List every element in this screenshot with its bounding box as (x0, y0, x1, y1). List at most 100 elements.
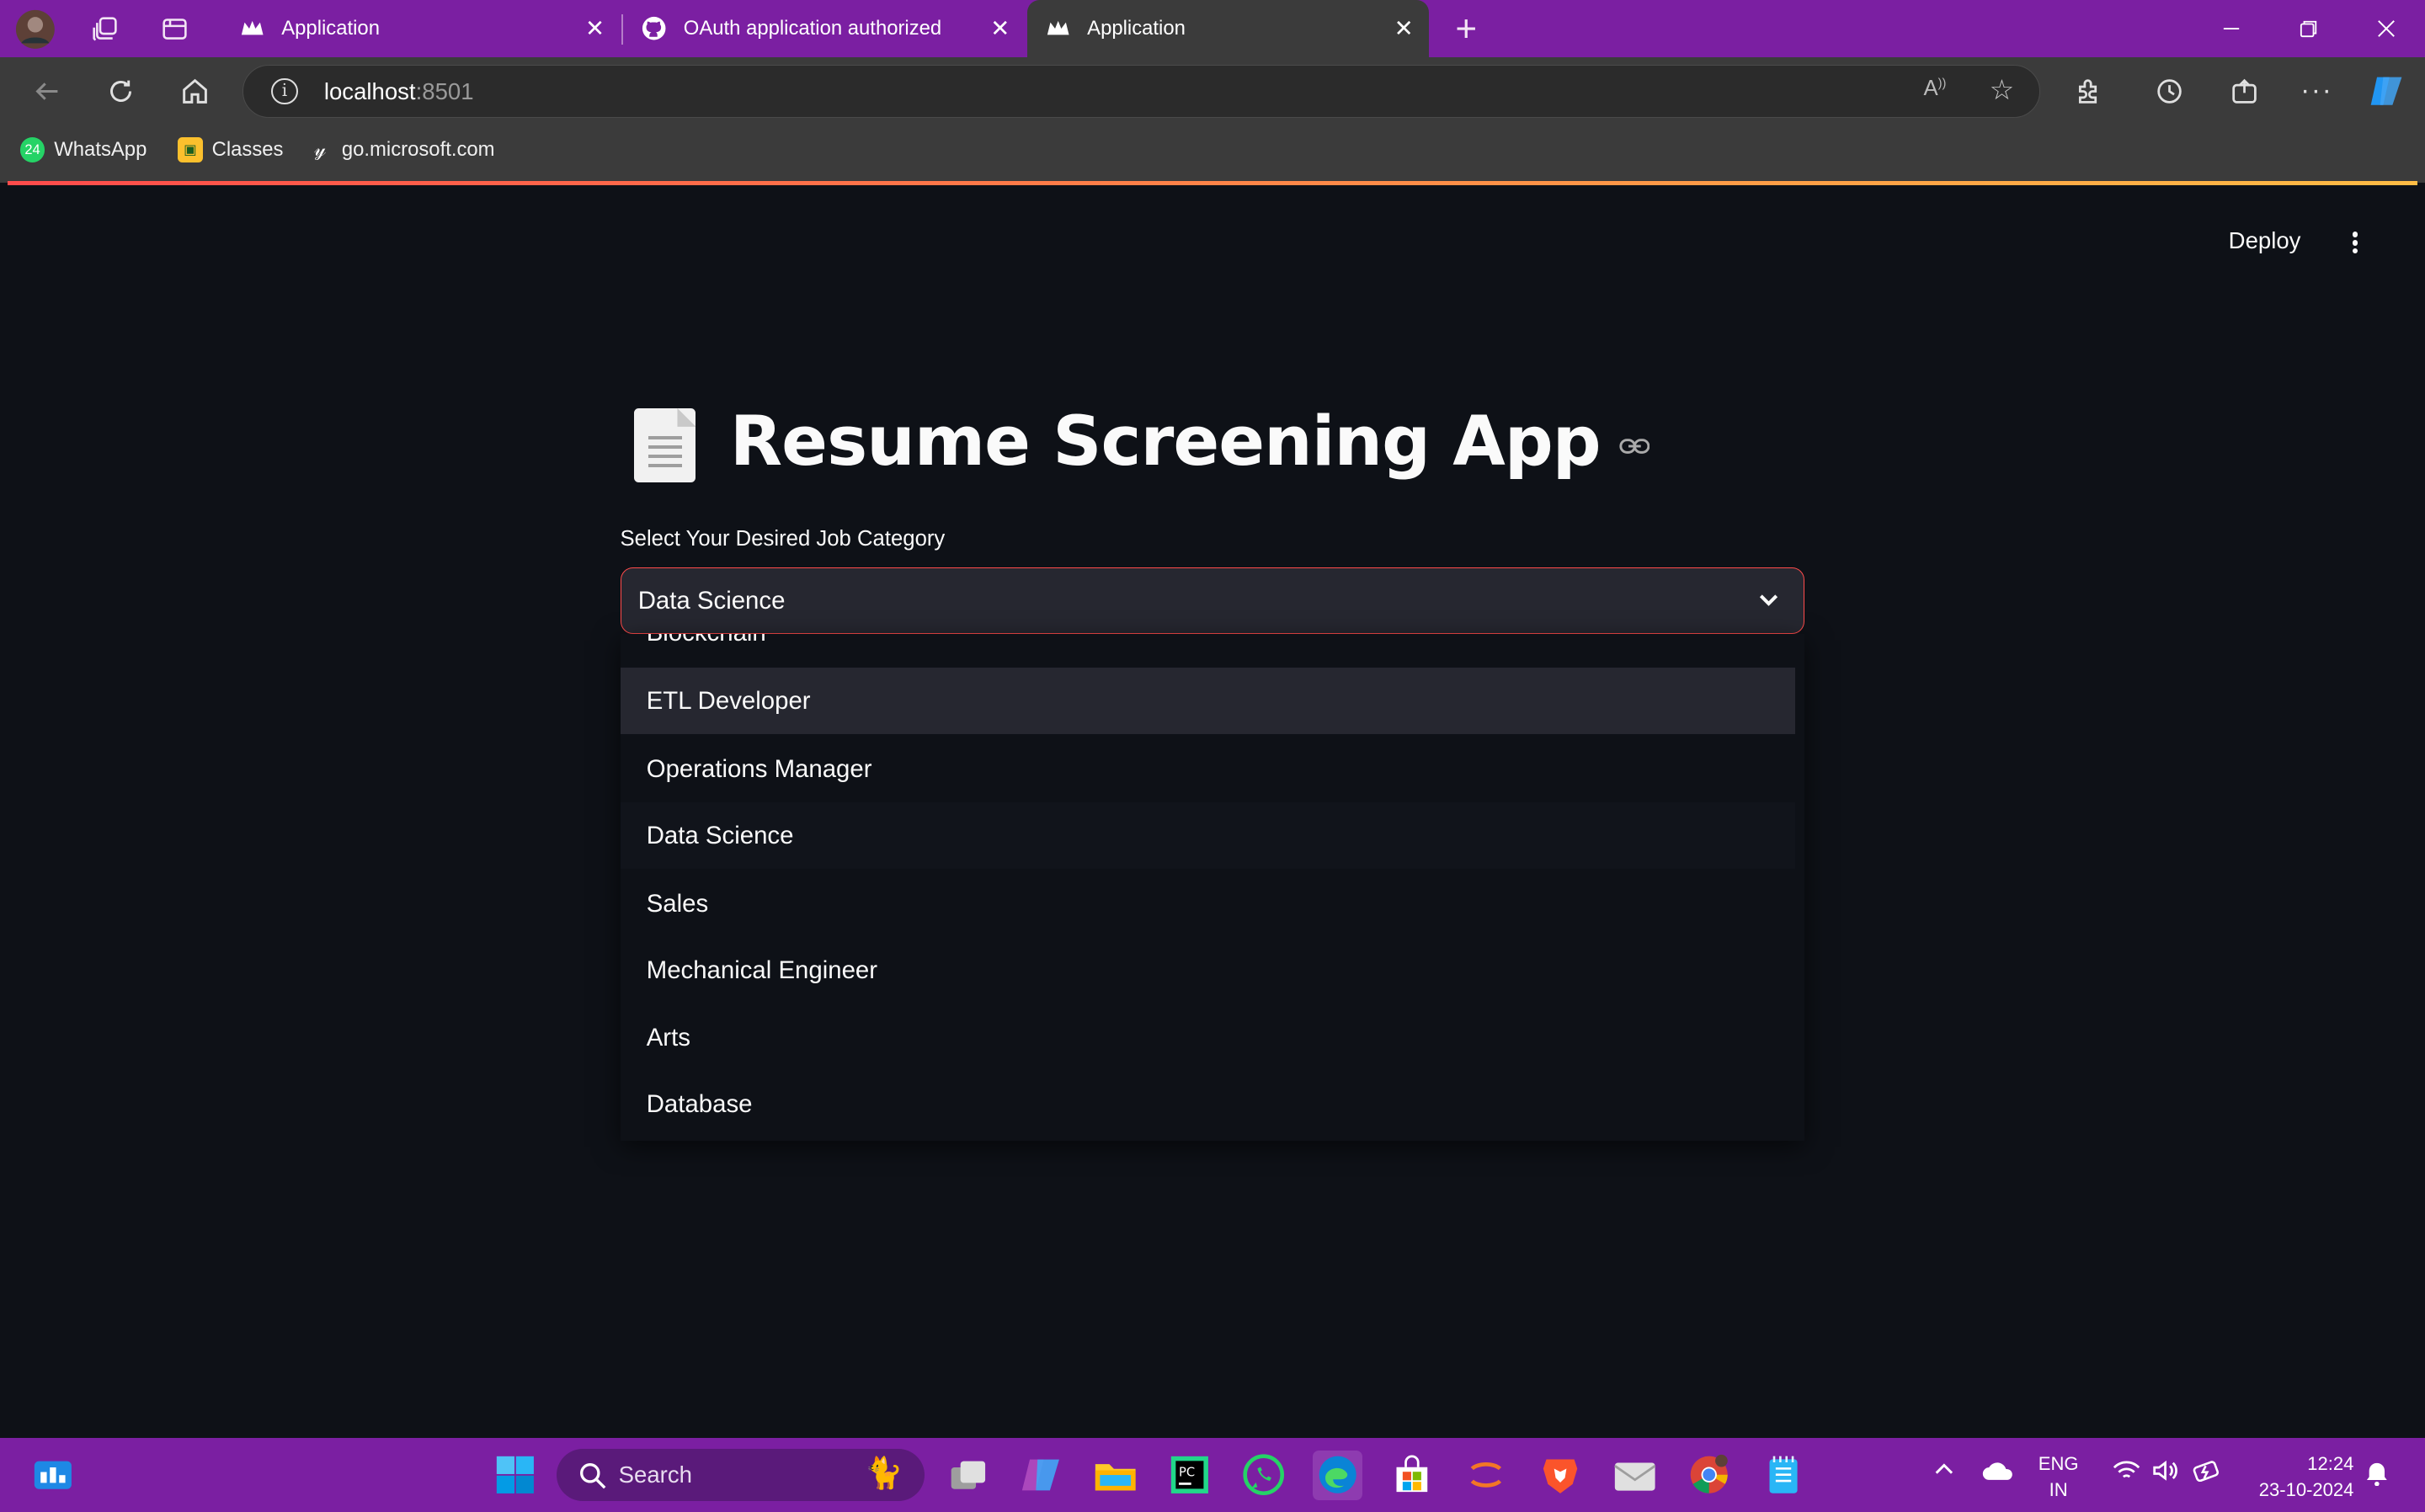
chrome-icon[interactable] (1684, 1451, 1734, 1500)
mail-icon[interactable] (1610, 1451, 1660, 1500)
brave-browser-icon[interactable] (1536, 1451, 1586, 1500)
page-title: Resume Screening App (634, 402, 1650, 483)
dropdown-option[interactable]: Arts (621, 1005, 1796, 1072)
bookmark-go-microsoft[interactable]: 𝓎 go.microsoft.com (308, 137, 494, 162)
profile-avatar[interactable] (15, 9, 56, 50)
windows-taskbar: Search 🐈 PC ENG IN 12:24 23-10-2024 (0, 1438, 2425, 1512)
bookmarks-bar: 24 WhatsApp ▣ Classes 𝓎 go.microsoft.com (0, 125, 2425, 180)
taskbar-search[interactable]: Search 🐈 (557, 1448, 925, 1502)
option-label: Mechanical Engineer (646, 956, 878, 984)
pycharm-icon[interactable]: PC (1165, 1451, 1214, 1500)
jupyter-icon[interactable] (1462, 1451, 1511, 1500)
classroom-icon: ▣ (178, 137, 203, 162)
url-port: :8501 (415, 77, 474, 104)
whatsapp-app-icon[interactable] (1239, 1451, 1288, 1500)
tab-strip: Application ✕ OAuth application authoriz… (0, 0, 2425, 57)
navigation-bar: i localhost:8501 A)) ☆ ··· (0, 56, 2425, 125)
dropdown-option[interactable]: Database (621, 1072, 1796, 1138)
new-tab-button[interactable]: + (1446, 8, 1486, 50)
copilot-icon[interactable] (2363, 70, 2409, 113)
browser-window: Application ✕ OAuth application authoriz… (0, 0, 2425, 183)
option-label: Data Science (646, 821, 794, 849)
tab-application-2[interactable]: Application ✕ (1026, 0, 1430, 57)
battery-charging-icon[interactable] (2192, 1460, 2223, 1487)
share-icon[interactable] (2221, 70, 2268, 113)
link-bird-icon: 𝓎 (314, 138, 327, 162)
file-explorer-icon[interactable] (1090, 1451, 1140, 1500)
tab-title: Application (281, 16, 380, 40)
option-label: Database (646, 1090, 753, 1119)
close-tab-icon[interactable]: ✕ (1394, 15, 1414, 42)
extensions-icon[interactable] (2065, 70, 2111, 113)
back-arrow-icon[interactable] (24, 70, 70, 113)
address-bar[interactable]: i localhost:8501 A)) ☆ (242, 65, 2040, 118)
chevron-down-icon[interactable] (1755, 585, 1783, 613)
close-tab-icon[interactable]: ✕ (585, 15, 605, 42)
start-windows-icon[interactable] (490, 1451, 540, 1500)
notification-bell-icon[interactable] (2366, 1461, 2388, 1491)
whatsapp-icon: 24 (19, 137, 45, 162)
system-clock[interactable]: 12:24 23-10-2024 (2242, 1451, 2354, 1503)
copilot-app-icon[interactable] (1016, 1451, 1066, 1500)
select-label: Select Your Desired Job Category (620, 527, 946, 551)
onedrive-cloud-icon[interactable] (1981, 1460, 2015, 1487)
deploy-button[interactable]: Deploy (2229, 227, 2301, 254)
streamlit-app: Deploy Resume Screening App Select Your … (8, 185, 2417, 1430)
app-title: Resume Screening App (729, 402, 1602, 482)
workspaces-icon[interactable] (85, 9, 125, 50)
read-aloud-icon[interactable]: A)) (1923, 77, 1946, 101)
search-placeholder: Search (618, 1461, 692, 1488)
anchor-link-icon[interactable] (1619, 431, 1650, 463)
streamlit-crown-icon (240, 16, 264, 40)
input-language[interactable]: ENG IN (2039, 1451, 2079, 1503)
volume-icon[interactable] (2151, 1460, 2179, 1487)
url-text[interactable]: localhost:8501 (324, 78, 474, 105)
option-label: Sales (646, 889, 709, 918)
tab-oauth[interactable]: OAuth application authorized ✕ (623, 0, 1026, 57)
history-icon[interactable] (2146, 70, 2193, 113)
tab-actions-icon[interactable] (155, 9, 195, 50)
close-tab-icon[interactable]: ✕ (990, 15, 1010, 42)
notepad-icon[interactable] (1758, 1451, 1808, 1500)
option-label: ETL Developer (646, 686, 811, 715)
url-host: localhost (323, 77, 416, 104)
clock-time: 12:24 (2307, 1452, 2354, 1474)
option-label: Blockchain (647, 634, 766, 647)
dropdown-option-selected[interactable]: Data Science (620, 802, 1796, 870)
region-code: IN (2049, 1479, 2068, 1501)
clock-date: 23-10-2024 (2258, 1479, 2354, 1501)
microsoft-store-icon[interactable] (1388, 1451, 1437, 1500)
main-menu-icon[interactable] (2343, 226, 2368, 259)
bookmark-label: Classes (211, 138, 284, 162)
widgets-icon[interactable] (28, 1451, 77, 1500)
wifi-icon[interactable] (2113, 1460, 2140, 1487)
dropdown-option-partial[interactable]: Blockchain (621, 634, 1796, 667)
minimize-icon[interactable] (2196, 0, 2267, 57)
restore-icon[interactable] (2273, 0, 2344, 57)
more-menu-icon[interactable]: ··· (2294, 70, 2340, 113)
svg-text:PC: PC (1179, 1466, 1195, 1480)
search-icon (579, 1462, 606, 1489)
tab-application-1[interactable]: Application ✕ (221, 0, 621, 57)
bookmark-classes[interactable]: ▣ Classes (178, 137, 283, 162)
dropdown-option[interactable]: Sales (621, 870, 1796, 937)
show-hidden-icons-chevron[interactable] (1933, 1460, 1955, 1482)
tab-title: OAuth application authorized (683, 16, 942, 40)
job-category-select[interactable]: Data Science (620, 567, 1805, 635)
streamlit-crown-icon (1046, 16, 1070, 40)
site-info-icon[interactable]: i (271, 77, 298, 105)
dropdown-option[interactable]: Mechanical Engineer (621, 937, 1796, 1004)
option-label: Operations Manager (646, 754, 872, 783)
refresh-icon[interactable] (98, 70, 144, 113)
dropdown-menu: Blockchain ETL Developer Operations Mana… (620, 634, 1805, 1142)
dropdown-option[interactable]: Operations Manager (621, 736, 1796, 802)
edge-browser-icon[interactable] (1313, 1450, 1363, 1500)
close-window-icon[interactable] (2351, 0, 2422, 57)
dropdown-option[interactable]: ETL Developer (620, 668, 1796, 735)
bookmark-label: WhatsApp (54, 138, 147, 162)
task-view-icon[interactable] (943, 1451, 993, 1500)
favorite-star-icon[interactable]: ☆ (1990, 73, 2015, 107)
document-icon (634, 407, 696, 483)
home-icon[interactable] (172, 70, 218, 113)
bookmark-whatsapp[interactable]: 24 WhatsApp (19, 137, 147, 162)
